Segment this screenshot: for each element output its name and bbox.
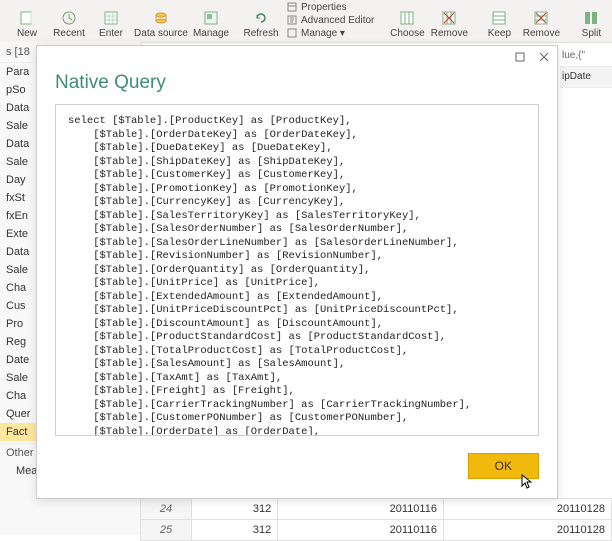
ok-button[interactable]: OK [468,453,539,479]
sql-text-area[interactable]: select [$Table].[ProductKey] as [Product… [55,104,539,436]
maximize-icon [515,52,525,62]
close-button[interactable] [537,50,551,64]
maximize-button[interactable] [513,50,527,64]
native-query-dialog: Native Query select [$Table].[ProductKey… [36,45,558,499]
dialog-footer: OK [37,444,557,498]
modal-overlay: Native Query select [$Table].[ProductKey… [0,0,612,535]
sql-text: select [$Table].[ProductKey] as [Product… [68,115,526,436]
dialog-title-bar [37,46,557,68]
close-icon [539,52,549,62]
dialog-title: Native Query [37,68,557,104]
